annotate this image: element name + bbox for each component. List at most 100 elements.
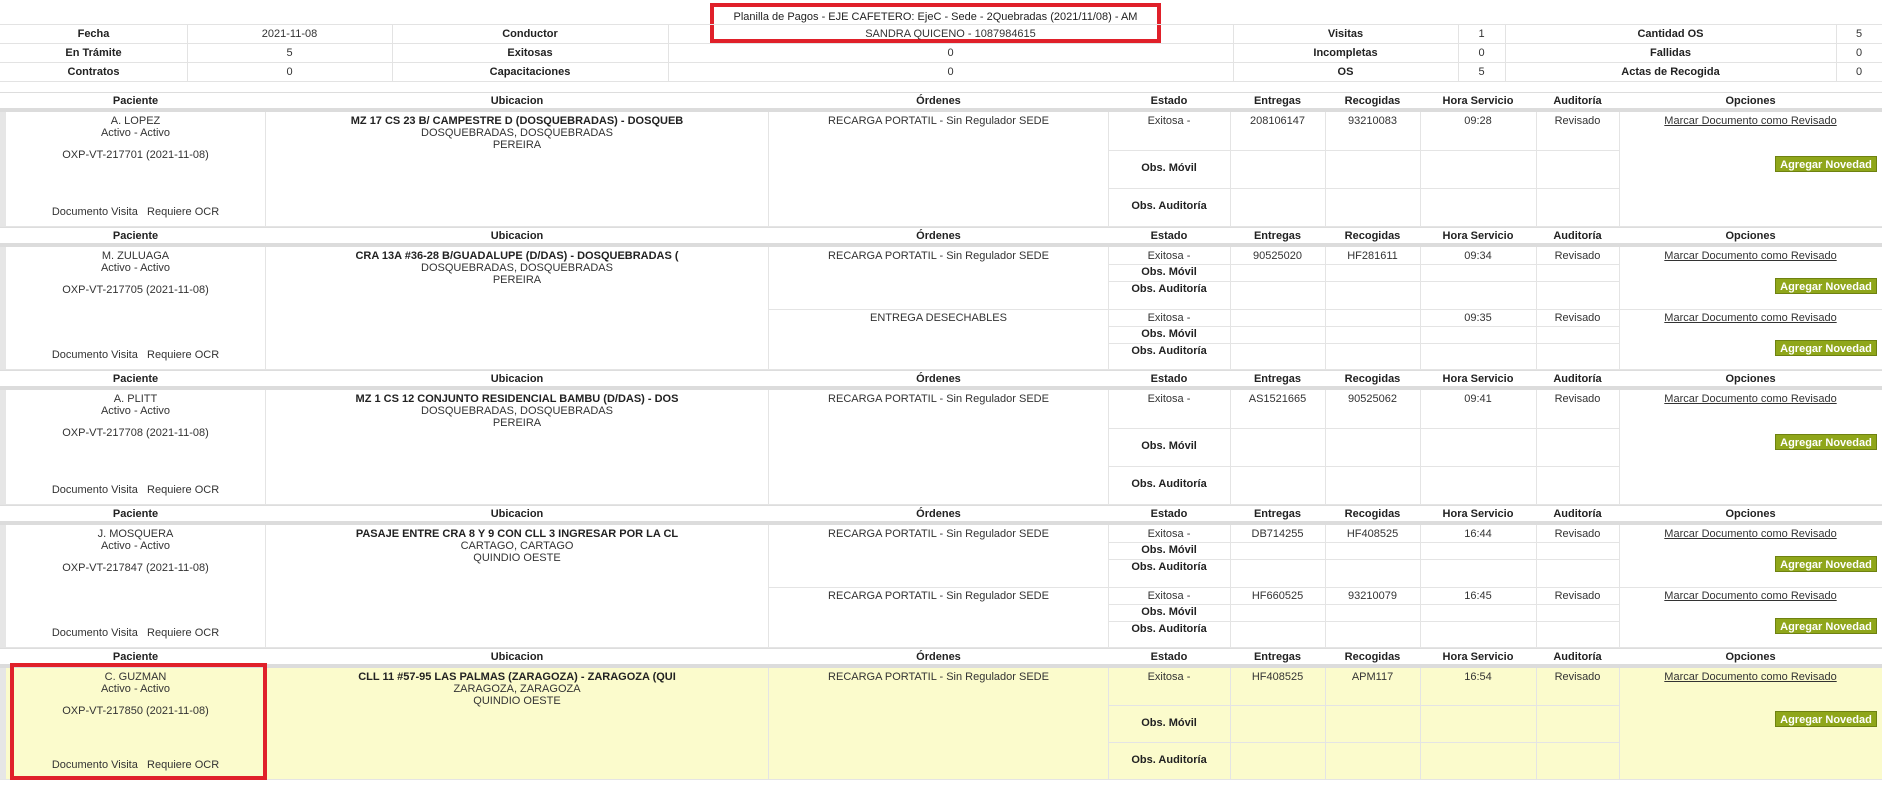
requiere-ocr-label[interactable]: Requiere OCR	[147, 627, 219, 639]
header-estado: Estado	[1150, 373, 1188, 385]
obs-auditoria-label: Obs. Auditoría	[1131, 478, 1207, 490]
subrow-line	[1108, 428, 1619, 429]
marcar-revisado-link[interactable]: Marcar Documento como Revisado	[1619, 250, 1882, 262]
city: DOSQUEBRADAS, DOSQUEBRADAS	[421, 127, 613, 139]
subrow-line	[1108, 466, 1619, 467]
column-separator	[1325, 112, 1326, 227]
column-separator	[1325, 390, 1326, 505]
summary-label: OS	[1337, 66, 1354, 78]
agregar-novedad-button[interactable]: Agregar Novedad	[1775, 617, 1877, 634]
column-separator	[1420, 112, 1421, 227]
subrow-line	[1108, 705, 1619, 706]
order-name: RECARGA PORTATIL - Sin Regulador SEDE	[828, 528, 1049, 540]
city: DOSQUEBRADAS, DOSQUEBRADAS	[421, 262, 613, 274]
address: MZ 17 CS 23 B/ CAMPESTRE D (DOSQUEBRADAS…	[350, 115, 684, 127]
agregar-novedad-button[interactable]: Agregar Novedad	[1775, 278, 1877, 294]
marcar-revisado-link[interactable]: Marcar Documento como Revisado	[1619, 528, 1882, 540]
documento-visita-link[interactable]: Documento Visita	[52, 349, 138, 361]
marcar-revisado-link[interactable]: Marcar Documento como Revisado	[1619, 590, 1882, 602]
header-ordenes: Órdenes	[916, 95, 961, 107]
header-auditoria: Auditoría	[1553, 508, 1602, 520]
marcar-revisado-link[interactable]: Marcar Documento como Revisado	[1619, 671, 1882, 683]
subrow-line	[1108, 620, 1619, 622]
header-paciente: Paciente	[112, 373, 159, 385]
patient-name: M. ZULUAGA	[101, 250, 170, 262]
location-cell: PASAJE ENTRE CRA 8 Y 9 CON CLL 3 INGRESA…	[266, 528, 768, 564]
order-recogidas: HF281611	[1347, 250, 1398, 262]
patient-name: J. MOSQUERA	[97, 528, 174, 540]
order-divider	[769, 586, 1882, 588]
order-auditoria: Revisado	[1554, 311, 1601, 324]
column-separator	[1536, 390, 1537, 505]
documento-visita-link[interactable]: Documento Visita	[52, 627, 138, 639]
column-separator	[1230, 668, 1231, 780]
order-status: Exitosa -	[1147, 250, 1191, 262]
documento-visita-link[interactable]: Documento Visita	[52, 206, 138, 218]
header-opciones: Opciones	[1725, 373, 1776, 385]
order-name: RECARGA PORTATIL - Sin Regulador SEDE	[828, 250, 1049, 262]
summary-label: Contratos	[67, 66, 120, 78]
column-separator	[1536, 112, 1537, 227]
requiere-ocr-label[interactable]: Requiere OCR	[147, 484, 219, 496]
header-recogidas: Recogidas	[1344, 95, 1401, 107]
patient-status: Activo - Activo	[100, 127, 171, 139]
agregar-novedad-button[interactable]: Agregar Novedad	[1775, 339, 1877, 356]
agregar-novedad-button[interactable]: Agregar Novedad	[1775, 556, 1877, 572]
order-divider	[769, 308, 1882, 310]
agregar-novedad-button[interactable]: Agregar Novedad	[1775, 434, 1877, 450]
header-opciones: Opciones	[1725, 230, 1776, 242]
region: PEREIRA	[492, 274, 542, 286]
order-hora: 09:28	[1464, 115, 1492, 127]
header-recogidas: Recogidas	[1344, 508, 1401, 520]
summary-value: 0	[947, 66, 954, 78]
summary-value: 0	[947, 47, 954, 59]
summary-label: Actas de Recogida	[1621, 66, 1720, 78]
visit-code: OXP-VT-217701 (2021-11-08)	[62, 149, 209, 161]
patient-name: A. LOPEZ	[110, 115, 161, 127]
marcar-revisado-link[interactable]: Marcar Documento como Revisado	[1619, 312, 1882, 324]
order-status: Exitosa -	[1147, 671, 1191, 683]
obs-auditoria-label: Obs. Auditoría	[1131, 754, 1207, 766]
visit-code: OXP-VT-217708 (2021-11-08)	[62, 427, 209, 439]
region: PEREIRA	[492, 417, 542, 429]
column-separator	[768, 390, 769, 505]
agregar-novedad-button[interactable]: Agregar Novedad	[1775, 156, 1877, 172]
obs-movil-label: Obs. Móvil	[1141, 266, 1197, 278]
marcar-revisado-link[interactable]: Marcar Documento como Revisado	[1619, 393, 1882, 405]
agregar-novedad-button[interactable]: Agregar Novedad	[1775, 711, 1877, 727]
obs-auditoria-label: Obs. Auditoría	[1131, 561, 1207, 573]
column-separator	[1536, 668, 1537, 780]
order-status: Exitosa -	[1147, 528, 1191, 540]
order-name: RECARGA PORTATIL - Sin Regulador SEDE	[828, 671, 1049, 683]
summary-label: Visitas	[1327, 28, 1364, 40]
column-separator	[768, 112, 769, 227]
header-ubicacion: Ubicacion	[490, 230, 544, 242]
address: CRA 13A #36-28 B/GUADALUPE (D/DAS) - DOS…	[355, 250, 679, 262]
document-links: Documento Visita Requiere OCR	[6, 627, 265, 639]
obs-auditoria-label: Obs. Auditoría	[1131, 283, 1207, 295]
header-ubicacion: Ubicacion	[490, 508, 544, 520]
visit-header-row: Paciente Ubicacion Órdenes Estado Entregas Re…	[0, 370, 1882, 387]
header-recogidas: Recogidas	[1344, 373, 1401, 385]
visit-block: Paciente Ubicacion Órdenes Estado Entregas Re…	[0, 370, 1882, 505]
order-hora: 09:41	[1464, 393, 1492, 405]
header-entregas: Entregas	[1253, 230, 1302, 242]
requiere-ocr-label[interactable]: Requiere OCR	[147, 206, 219, 218]
order-recogidas: APM117	[1351, 671, 1394, 683]
header-ordenes: Órdenes	[916, 230, 961, 242]
summary-value: 1	[1478, 28, 1485, 40]
planilla-title: Planilla de Pagos - EJE CAFETERO: EjeC -…	[733, 11, 1138, 23]
region: PEREIRA	[492, 139, 542, 151]
order-entregas: 208106147	[1249, 115, 1306, 127]
subrow-line	[1108, 281, 1619, 282]
documento-visita-link[interactable]: Documento Visita	[52, 484, 138, 496]
header-hora: Hora Servicio	[1442, 373, 1514, 385]
visit-body: M. ZULUAGA Activo - Activo OXP-VT-217705 (…	[0, 247, 1882, 370]
obs-movil-label: Obs. Móvil	[1141, 717, 1197, 729]
summary-label: En Trámite	[65, 47, 122, 59]
order-status: Exitosa -	[1147, 393, 1191, 405]
visit-header-row: Paciente Ubicacion Órdenes Estado Entregas Re…	[0, 648, 1882, 665]
marcar-revisado-link[interactable]: Marcar Documento como Revisado	[1619, 115, 1882, 127]
requiere-ocr-label[interactable]: Requiere OCR	[147, 349, 219, 361]
